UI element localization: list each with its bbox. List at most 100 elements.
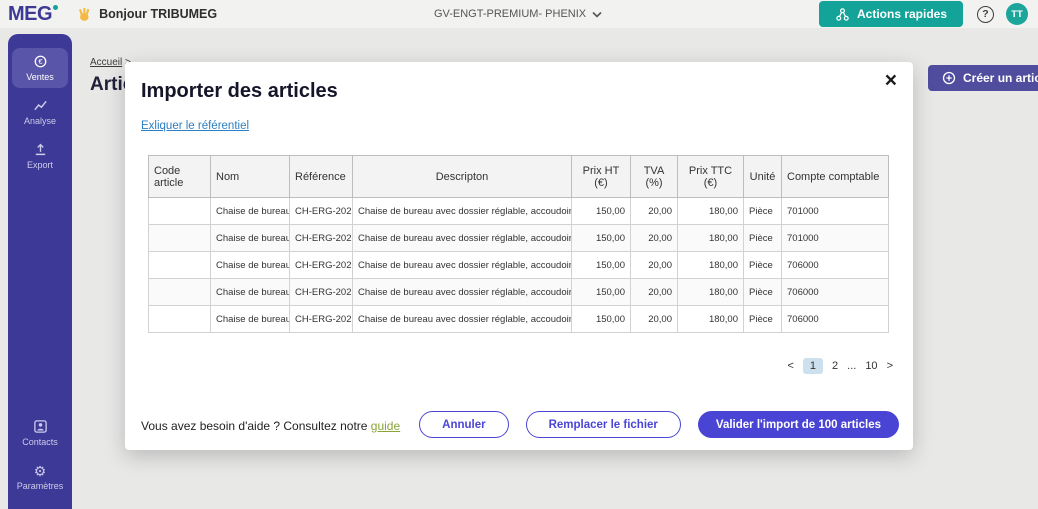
cell-prix-ht: 150,00 — [571, 251, 631, 279]
cell-prix-ht: 150,00 — [571, 224, 631, 252]
pagination-next[interactable]: > — [887, 360, 893, 372]
cell-reference: CH-ERG-2025 — [289, 197, 353, 225]
svg-text:€: € — [38, 57, 43, 66]
sidebar: € Ventes Analyse Export Contacts ⚙ Param — [8, 34, 72, 509]
cell-unite: Pièce — [743, 305, 782, 333]
avatar-initials: TT — [1011, 8, 1023, 20]
help-text: Vous avez besoin d'aide ? Consultez notr… — [141, 419, 368, 433]
cell-description: Chaise de bureau avec dossier réglable, … — [352, 197, 572, 225]
cell-description: Chaise de bureau avec dossier réglable, … — [352, 224, 572, 252]
euro-circle-icon: € — [34, 55, 46, 68]
environment-selector[interactable]: GV-ENGT-PREMIUM- PHENIX — [434, 8, 602, 20]
pagination-prev[interactable]: < — [787, 360, 793, 372]
cell-compte: 706000 — [781, 305, 889, 333]
help-button[interactable]: ? — [977, 5, 995, 23]
help-line: Vous avez besoin d'aide ? Consultez notr… — [141, 419, 400, 433]
cell-prix-ht: 150,00 — [571, 278, 631, 306]
plus-circle-icon — [942, 71, 956, 85]
cell-code — [148, 278, 211, 306]
pagination-page-2[interactable]: 2 — [832, 360, 838, 372]
replace-file-button[interactable]: Remplacer le fichier — [525, 411, 681, 438]
table-header-row: Code article Nom Référence Descripton Pr… — [148, 155, 889, 198]
modal-buttons: Annuler Remplacer le fichier Valider l'i… — [419, 411, 899, 438]
col-header-description: Descripton — [352, 155, 572, 198]
cell-code — [148, 224, 211, 252]
chevron-down-icon — [592, 11, 602, 18]
breadcrumb-accueil-link[interactable]: Accueil — [90, 57, 122, 68]
logo-dot-icon — [53, 4, 59, 10]
col-header-code: Code article — [148, 155, 211, 198]
create-article-label: Créer un article — [963, 71, 1038, 85]
cell-nom: Chaise de bureau — [210, 251, 290, 279]
pagination-ellipsis: ... — [847, 360, 857, 372]
cell-prix-ttc: 180,00 — [677, 251, 744, 279]
col-header-reference: Référence — [289, 155, 353, 198]
cancel-button[interactable]: Annuler — [419, 411, 509, 438]
cell-reference: CH-ERG-2025 — [289, 224, 353, 252]
cell-tva: 20,00 — [630, 278, 678, 306]
cell-tva: 20,00 — [630, 305, 678, 333]
col-header-nom: Nom — [210, 155, 290, 198]
avatar[interactable]: TT — [1006, 3, 1029, 25]
table-row: Chaise de bureau CH-ERG-2025 Chaise de b… — [148, 278, 889, 306]
cell-nom: Chaise de bureau — [210, 305, 290, 333]
col-header-tva: TVA (%) — [630, 155, 678, 198]
sidebar-item-label: Export — [26, 160, 53, 170]
col-header-prix-ttc: Prix TTC (€) — [677, 155, 744, 198]
cell-code — [148, 197, 211, 225]
cell-unite: Pièce — [743, 197, 782, 225]
cell-reference: CH-ERG-2025 — [289, 305, 353, 333]
validate-import-button[interactable]: Valider l'import de 100 articles — [697, 411, 899, 438]
import-articles-modal: Importer des articles × Exliquer le réfé… — [125, 62, 913, 450]
cell-reference: CH-ERG-2025 — [289, 278, 353, 306]
cell-description: Chaise de bureau avec dossier réglable, … — [352, 278, 572, 306]
sidebar-item-parametres[interactable]: ⚙ Paramètres — [12, 457, 68, 497]
pagination: < 1 2 ... 10 > — [787, 358, 893, 374]
contact-card-icon — [33, 420, 47, 433]
cell-prix-ttc: 180,00 — [677, 197, 744, 225]
gear-icon: ⚙ — [33, 462, 47, 479]
upload-icon — [35, 143, 45, 156]
cell-compte: 701000 — [781, 197, 889, 225]
sidebar-bottom-group: Contacts ⚙ Paramètres — [8, 413, 72, 501]
pagination-page-1[interactable]: 1 — [802, 358, 824, 374]
pagination-page-10[interactable]: 10 — [865, 360, 877, 372]
cell-compte: 701000 — [781, 224, 889, 252]
sidebar-item-label: Paramètres — [16, 480, 64, 491]
cell-nom: Chaise de bureau — [210, 278, 290, 306]
cell-prix-ttc: 180,00 — [677, 305, 744, 333]
cell-compte: 706000 — [781, 251, 889, 279]
cell-tva: 20,00 — [630, 197, 678, 225]
cell-reference: CH-ERG-2025 — [289, 251, 353, 279]
sidebar-item-contacts[interactable]: Contacts — [12, 413, 68, 453]
cell-nom: Chaise de bureau — [210, 197, 290, 225]
table-row: Chaise de bureau CH-ERG-2025 Chaise de b… — [148, 224, 889, 252]
cell-tva: 20,00 — [630, 251, 678, 279]
topbar: MEG Bonjour TRIBUMEG GV-ENGT-PREMIUM- PH… — [0, 0, 1038, 28]
wave-hand-icon — [76, 6, 93, 23]
col-header-unite: Unité — [743, 155, 782, 198]
meg-logo[interactable]: MEG — [8, 2, 59, 26]
actions-rapides-label: Actions rapides — [856, 7, 948, 21]
table-row: Chaise de bureau CH-ERG-2025 Chaise de b… — [148, 305, 889, 333]
quick-actions-nodes-icon — [836, 7, 849, 21]
cell-prix-ht: 150,00 — [571, 305, 631, 333]
actions-rapides-button[interactable]: Actions rapides — [818, 1, 964, 27]
cell-description: Chaise de bureau avec dossier réglable, … — [352, 251, 572, 279]
create-article-button[interactable]: Créer un article — [928, 65, 1038, 91]
cell-prix-ttc: 180,00 — [677, 278, 744, 306]
sidebar-item-analyse[interactable]: Analyse — [12, 92, 68, 132]
line-chart-icon — [33, 100, 47, 111]
referentiel-link[interactable]: Exliquer le référentiel — [141, 120, 249, 132]
sidebar-item-export[interactable]: Export — [12, 136, 68, 176]
logo-text: MEG — [8, 2, 53, 25]
sidebar-item-ventes[interactable]: € Ventes — [12, 48, 68, 88]
close-icon[interactable]: × — [885, 70, 897, 91]
cell-prix-ttc: 180,00 — [677, 224, 744, 252]
col-header-prix-ht: Prix HT (€) — [571, 155, 631, 198]
cell-unite: Pièce — [743, 251, 782, 279]
environment-label: GV-ENGT-PREMIUM- PHENIX — [433, 8, 587, 20]
guide-link[interactable]: guide — [371, 419, 400, 433]
cell-compte: 706000 — [781, 278, 889, 306]
cell-unite: Pièce — [743, 278, 782, 306]
